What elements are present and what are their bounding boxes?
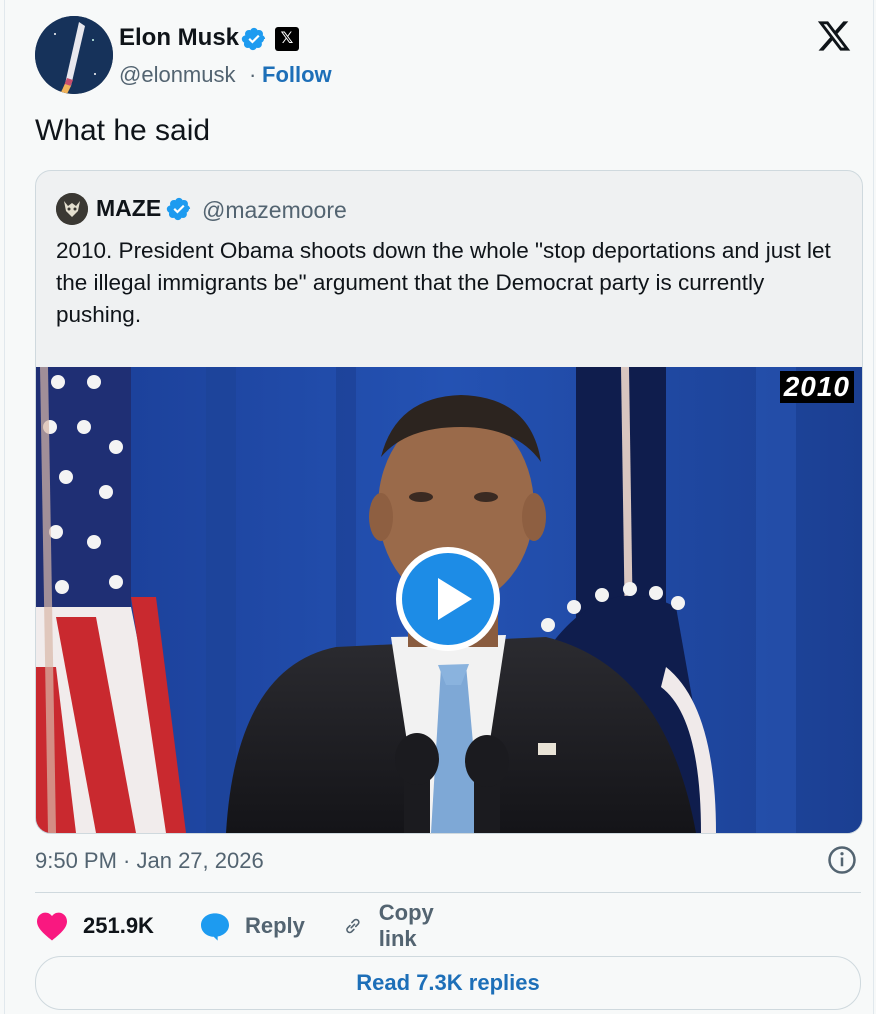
quoted-author-name[interactable]: MAZE [96, 195, 161, 222]
heart-icon [37, 912, 67, 941]
follow-button[interactable]: Follow [262, 62, 332, 88]
tweet-embed-card: Elon Musk 𝕏 @elonmusk · Follow What he s… [4, 0, 874, 1014]
like-button[interactable]: 251.9K [35, 908, 154, 944]
video-player[interactable]: 2010 [36, 367, 862, 833]
quoted-author-handle[interactable]: @mazemoore [202, 197, 347, 224]
reply-label: Reply [245, 913, 305, 938]
author-handle[interactable]: @elonmusk [119, 62, 236, 88]
verified-badge-icon [166, 197, 191, 221]
video-year-badge: 2010 [779, 371, 854, 403]
copy-link-button[interactable]: Copy link [343, 900, 444, 951]
author-avatar[interactable] [35, 16, 113, 94]
play-button[interactable] [396, 547, 500, 651]
quoted-tweet-text: 2010. President Obama shoots down the wh… [56, 238, 831, 327]
like-count: 251.9K [83, 913, 154, 938]
tweet-timestamp[interactable]: 9:50 PM · Jan 27, 2026 [35, 848, 264, 874]
play-icon [402, 553, 494, 645]
author-name[interactable]: Elon Musk [119, 24, 239, 52]
info-icon[interactable] [827, 845, 857, 875]
divider [35, 892, 861, 893]
tweet-text: What he said [35, 114, 211, 147]
handle-separator: · [249, 62, 257, 87]
verified-badge-icon [241, 27, 266, 51]
reply-button[interactable]: Reply [199, 908, 305, 944]
quoted-author-avatar[interactable] [56, 193, 88, 225]
x-affiliate-badge-icon: 𝕏 [275, 27, 299, 51]
read-replies-button[interactable]: Read 7.3K replies [35, 956, 861, 1010]
speech-bubble-icon [201, 913, 229, 941]
link-icon [346, 918, 360, 934]
x-logo-icon[interactable] [815, 18, 853, 54]
quoted-tweet[interactable]: MAZE @mazemoore 2010. President Obama sh… [35, 170, 863, 834]
copy-link-label: Copy link [378, 900, 434, 951]
